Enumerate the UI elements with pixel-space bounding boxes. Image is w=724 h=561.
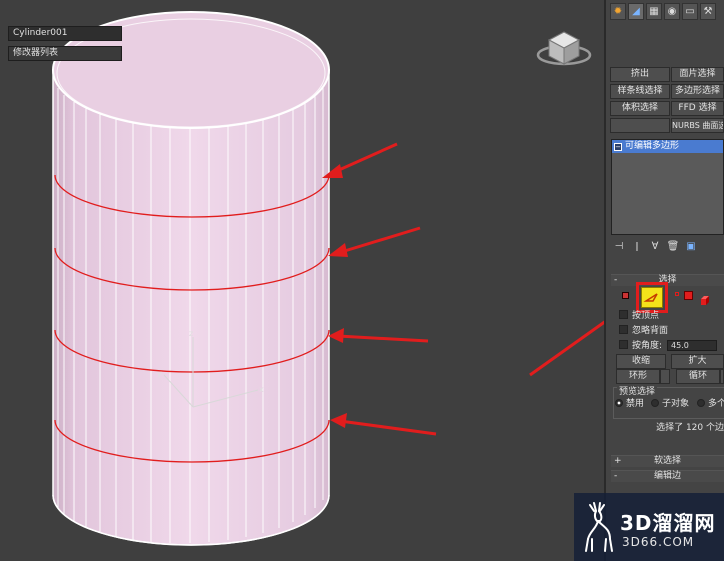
by-vertex-label: 按顶点: [632, 311, 660, 321]
shrink-button[interactable]: 收缩: [616, 354, 666, 369]
modifier-list-dropdown[interactable]: 修改器列表: [8, 46, 122, 61]
empty-modifier-button[interactable]: [610, 118, 670, 133]
soft-selection-rollout-header[interactable]: + 软选择: [611, 455, 724, 467]
motion-tab-icon[interactable]: ◉: [664, 3, 680, 20]
edge-triangle-icon: [643, 293, 658, 302]
by-angle-checkbox[interactable]: 按角度:: [619, 340, 662, 352]
viewport-canvas[interactable]: z y x: [0, 0, 604, 561]
spline-select-button[interactable]: 样条线选择: [610, 84, 670, 99]
preview-selection-label: 预览选择: [617, 384, 658, 397]
radio-label: 多个: [708, 399, 724, 409]
by-vertex-checkbox[interactable]: 按顶点: [619, 310, 659, 322]
expand-toggle-icon[interactable]: −: [614, 143, 622, 151]
gizmo-x-label: x: [259, 385, 264, 394]
object-name-field[interactable]: Cylinder001: [8, 26, 122, 41]
ffd-select-button[interactable]: FFD 选择: [671, 101, 724, 116]
vertex-level-icon[interactable]: [622, 292, 629, 299]
stack-item-editable-poly[interactable]: − 可编辑多边形: [612, 140, 723, 153]
hierarchy-tab-icon[interactable]: ▦: [646, 3, 662, 20]
modifier-stack[interactable]: − 可编辑多边形: [611, 139, 724, 235]
checkbox-box: [619, 310, 628, 319]
make-unique-icon[interactable]: ∀: [648, 241, 662, 252]
perspective-viewport[interactable]: z y x: [0, 0, 604, 561]
ignore-backfacing-label: 忽略背面: [632, 326, 669, 336]
preview-multi-radio[interactable]: 多个: [697, 399, 724, 411]
max-window: z y x ✹ ◢ ▦ ◉ ▭ ⚒ Cylinder001 修改器列表 挤出 面…: [0, 0, 724, 561]
gizmo-z-label: z: [189, 329, 193, 338]
edit-edges-title: 编辑边: [653, 471, 681, 481]
checkbox-box: [619, 325, 628, 334]
element-level-icon[interactable]: [700, 291, 710, 305]
gizmo-y-label: y: [157, 369, 162, 378]
selection-status: 选择了 120 个边: [656, 423, 724, 433]
angle-spinner[interactable]: 45.0: [667, 340, 717, 351]
edge-level-icon[interactable]: [641, 287, 663, 308]
ring-button[interactable]: 环形: [616, 369, 660, 384]
modify-tab-icon[interactable]: ◢: [628, 3, 644, 20]
configure-sets-icon[interactable]: ▣: [684, 241, 698, 252]
watermark-subtitle: 3D66.COM: [622, 535, 695, 549]
poly-select-button[interactable]: 多边形选择: [671, 84, 724, 99]
soft-selection-title: 软选择: [653, 456, 681, 466]
edit-edges-rollout-header[interactable]: - 编辑边: [611, 470, 724, 482]
display-tab-icon[interactable]: ▭: [682, 3, 698, 20]
pin-stack-icon[interactable]: ⊣: [612, 241, 626, 252]
preview-disabled-radio[interactable]: 禁用: [615, 399, 644, 411]
radio-dot: [615, 399, 623, 407]
border-level-icon[interactable]: [675, 292, 679, 296]
site-watermark: 3D溜溜网 3D66.COM: [574, 493, 724, 561]
radio-dot: [697, 399, 705, 407]
stack-item-label: 可编辑多边形: [625, 141, 680, 151]
grow-button[interactable]: 扩大: [671, 354, 724, 369]
annotation-arrows: [322, 142, 604, 436]
patch-select-button[interactable]: 面片选择: [671, 67, 724, 82]
by-angle-label: 按角度:: [632, 341, 663, 351]
radio-label: 子对象: [662, 399, 690, 409]
remove-modifier-icon[interactable]: 🗑: [666, 241, 680, 252]
create-tab-icon[interactable]: ✹: [610, 3, 626, 20]
show-end-result-icon[interactable]: ǀ: [630, 241, 644, 252]
radio-label: 禁用: [626, 399, 645, 409]
deer-logo-icon: [585, 502, 613, 552]
polygon-level-icon[interactable]: [684, 291, 693, 300]
extrude-button[interactable]: 挤出: [610, 67, 670, 82]
utilities-tab-icon[interactable]: ⚒: [700, 3, 716, 20]
ring-spinner-button[interactable]: [660, 369, 670, 384]
vol-select-button[interactable]: 体积选择: [610, 101, 670, 116]
radio-dot: [651, 399, 659, 407]
ignore-backfacing-checkbox[interactable]: 忽略背面: [619, 325, 668, 337]
loop-spinner-button[interactable]: [720, 369, 724, 384]
preview-subobject-radio[interactable]: 子对象: [651, 399, 689, 411]
watermark-title: 3D溜溜网: [620, 511, 716, 535]
checkbox-box: [619, 340, 628, 349]
panel-tabs: ✹ ◢ ▦ ◉ ▭ ⚒: [610, 3, 724, 21]
stack-toolbar: ⊣ ǀ ∀ 🗑 ▣: [612, 238, 724, 254]
viewcube-icon[interactable]: [536, 31, 592, 66]
nurbs-surface-select-button[interactable]: NURBS 曲面选: [671, 118, 724, 133]
loop-button[interactable]: 循环: [676, 369, 720, 384]
